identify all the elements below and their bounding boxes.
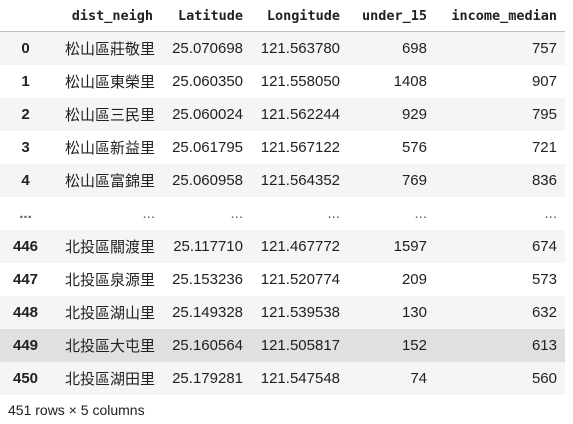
row-index: 447 — [12, 271, 39, 288]
table-row[interactable]: 0 松山區莊敬里 25.070698 121.563780 698 757 — [0, 31, 565, 65]
table-header: dist_neigh Latitude Longitude under_15 i… — [0, 0, 565, 32]
row-index: ... — [19, 205, 32, 222]
cell-dist-neigh: ... — [142, 205, 155, 222]
table-summary: 451 rows × 5 columns — [8, 402, 145, 418]
cell-dist-neigh: 松山區三民里 — [64, 107, 155, 124]
cell-latitude: 25.060958 — [172, 172, 243, 189]
row-index: 2 — [21, 106, 30, 123]
cell-income-median: 795 — [531, 106, 557, 123]
cell-income-median: 907 — [531, 73, 557, 90]
table-body: 0 松山區莊敬里 25.070698 121.563780 698 757 1 松山區東榮里 2… — [0, 31, 565, 395]
column-header-income-median: income_median — [435, 0, 565, 32]
cell-latitude: 25.149328 — [172, 304, 243, 321]
table-row[interactable]: 447 北投區泉源里 25.153236 121.520774 209 573 — [0, 263, 565, 296]
column-header-longitude: Longitude — [251, 0, 348, 32]
cell-income-median: ... — [544, 205, 557, 222]
cell-longitude: ... — [327, 205, 340, 222]
cell-income-median: 560 — [531, 370, 557, 387]
cell-income-median: 836 — [531, 172, 557, 189]
row-index: 448 — [12, 304, 39, 321]
table-row[interactable]: 3 松山區新益里 25.061795 121.567122 576 721 — [0, 131, 565, 164]
cell-income-median: 721 — [531, 139, 557, 156]
cell-dist-neigh: 北投區關渡里 — [64, 239, 155, 256]
cell-under-15: 1597 — [393, 238, 427, 255]
cell-income-median: 573 — [531, 271, 557, 288]
table-row[interactable]: 450 北投區湖田里 25.179281 121.547548 74 560 — [0, 362, 565, 395]
cell-latitude: ... — [230, 205, 243, 222]
cell-latitude: 25.060024 — [172, 106, 243, 123]
table-row[interactable]: .................. — [0, 197, 565, 230]
cell-dist-neigh: 北投區湖田里 — [64, 371, 155, 388]
row-index: 0 — [21, 40, 30, 57]
notebook-output: dist_neigh Latitude Longitude under_15 i… — [0, 0, 573, 424]
cell-dist-neigh: 北投區湖山里 — [64, 305, 155, 322]
cell-longitude: 121.562244 — [260, 106, 340, 123]
column-header-under-15: under_15 — [348, 0, 435, 32]
cell-longitude: 121.564352 — [260, 172, 340, 189]
cell-income-median: 632 — [531, 304, 557, 321]
table-row[interactable]: 448 北投區湖山里 25.149328 121.539538 130 632 — [0, 296, 565, 329]
cell-under-15: 209 — [401, 271, 427, 288]
cell-latitude: 25.070698 — [172, 40, 243, 57]
table-row[interactable]: 449 北投區大屯里 25.160564 121.505817 152 613 — [0, 329, 565, 362]
cell-income-median: 674 — [531, 238, 557, 255]
cell-dist-neigh: 松山區富錦里 — [64, 173, 155, 190]
cell-under-15: ... — [414, 205, 427, 222]
column-header-index — [0, 0, 51, 32]
cell-longitude: 121.567122 — [260, 139, 340, 156]
cell-income-median: 613 — [531, 337, 557, 354]
cell-under-15: 698 — [401, 40, 427, 57]
cell-latitude: 25.060350 — [172, 73, 243, 90]
cell-longitude: 121.505817 — [260, 337, 340, 354]
cell-latitude: 25.179281 — [172, 370, 243, 387]
row-index: 446 — [12, 238, 39, 255]
row-index: 3 — [21, 139, 30, 156]
cell-under-15: 929 — [401, 106, 427, 123]
cell-latitude: 25.160564 — [172, 337, 243, 354]
header-row: dist_neigh Latitude Longitude under_15 i… — [0, 0, 565, 32]
cell-under-15: 130 — [401, 304, 427, 321]
cell-under-15: 769 — [401, 172, 427, 189]
cell-under-15: 1408 — [393, 73, 427, 90]
table-row[interactable]: 446 北投區關渡里 25.117710 121.467772 1597 674 — [0, 230, 565, 263]
column-header-latitude: Latitude — [161, 0, 251, 32]
cell-dist-neigh: 北投區大屯里 — [64, 338, 155, 355]
cell-longitude: 121.539538 — [260, 304, 340, 321]
cell-longitude: 121.520774 — [260, 271, 340, 288]
cell-dist-neigh: 松山區東榮里 — [64, 74, 155, 91]
cell-dist-neigh: 北投區泉源里 — [64, 272, 155, 289]
cell-longitude: 121.563780 — [260, 40, 340, 57]
cell-under-15: 576 — [401, 139, 427, 156]
row-index: 449 — [12, 337, 39, 354]
cell-dist-neigh: 松山區新益里 — [64, 140, 155, 157]
table-row[interactable]: 2 松山區三民里 25.060024 121.562244 929 795 — [0, 98, 565, 131]
cell-latitude: 25.117710 — [173, 238, 243, 255]
table-row[interactable]: 1 松山區東榮里 25.060350 121.558050 1408 907 — [0, 65, 565, 98]
cell-longitude: 121.467772 — [260, 238, 340, 255]
row-index: 1 — [21, 73, 30, 90]
cell-latitude: 25.153236 — [172, 271, 243, 288]
cell-under-15: 152 — [401, 337, 427, 354]
cell-longitude: 121.558050 — [260, 73, 340, 90]
cell-latitude: 25.061795 — [172, 139, 243, 156]
cell-under-15: 74 — [410, 370, 427, 387]
cell-income-median: 757 — [531, 40, 557, 57]
row-index: 4 — [21, 172, 30, 189]
column-header-dist-neigh: dist_neigh — [51, 0, 161, 32]
row-index: 450 — [12, 370, 39, 387]
cell-dist-neigh: 松山區莊敬里 — [64, 41, 155, 58]
table-row[interactable]: 4 松山區富錦里 25.060958 121.564352 769 836 — [0, 164, 565, 197]
cell-longitude: 121.547548 — [260, 370, 340, 387]
dataframe-table: dist_neigh Latitude Longitude under_15 i… — [0, 0, 565, 395]
